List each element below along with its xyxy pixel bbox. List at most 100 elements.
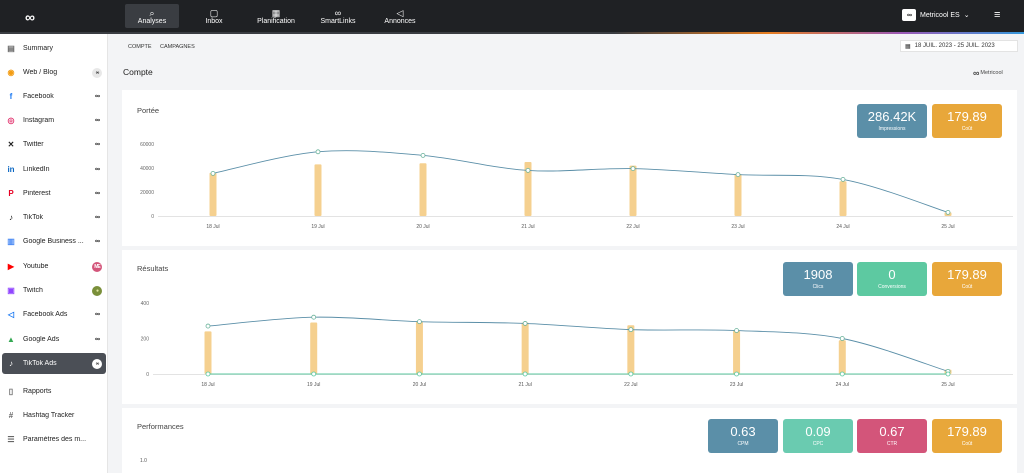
sidebar-item-param-tres-des-m[interactable]: ☰ Paramètres des m... [2, 429, 106, 450]
sidebar-item-pinterest[interactable]: P Pinterest ∞ [2, 183, 106, 204]
account-avatar-icon: ∞ [95, 311, 100, 318]
sidebar-item-tiktok-ads[interactable]: ♪ TikTok Ads ∞ [2, 353, 106, 374]
sidebar-item-label: Web / Blog [23, 69, 58, 76]
x-tick-label: 18 Jul [201, 382, 214, 388]
sidebar-item-summary[interactable]: ▤ Summary [2, 38, 106, 59]
y-tick-label: 20000 [140, 190, 154, 196]
x-tick-label: 23 Jul [731, 224, 744, 230]
nav-smartlinks[interactable]: ∞ SmartLinks [311, 4, 365, 28]
x-tick-label: 25 Jul [941, 224, 954, 230]
sidebar-icon: ◎ [7, 116, 15, 125]
sidebar-item-label: Summary [23, 45, 53, 52]
sidebar-item-twitter[interactable]: ✕ Twitter ∞ [2, 134, 106, 155]
date-range-text: 18 JUIL. 2023 - 25 JUIL. 2023 [914, 43, 995, 49]
sidebar-item-label: Facebook Ads [23, 311, 68, 318]
sidebar-item-google-ads[interactable]: ▲ Google Ads ∞ [2, 329, 106, 350]
sidebar-item-tiktok[interactable]: ♪ TikTok ∞ [2, 207, 106, 228]
sidebar-icon: P [8, 189, 14, 198]
series-line [212, 150, 949, 213]
kpi-label: CPC [812, 441, 824, 447]
account-avatar-icon: ∞ [95, 93, 100, 100]
top-bar: ∞ ⌕ Analyses ▢ Inbox ▦ Planification ∞ S… [0, 0, 1024, 32]
data-point [205, 371, 211, 377]
sidebar-item-label: Twitch [23, 287, 43, 294]
sidebar-item-facebook[interactable]: f Facebook ∞ [2, 86, 106, 107]
date-range-picker[interactable]: ▦ 18 JUIL. 2023 - 25 JUIL. 2023 [900, 40, 1018, 52]
chart-bar [629, 165, 637, 216]
chart-bar [209, 172, 217, 216]
y-tick-label: 40000 [140, 166, 154, 172]
data-point [628, 327, 634, 333]
sidebar-item-facebook-ads[interactable]: ◁ Facebook Ads ∞ [2, 304, 106, 325]
kpi-label: Coût [961, 441, 973, 447]
chart-bar [839, 181, 847, 216]
sidebar-icon: # [8, 411, 14, 420]
sidebar-item-youtube[interactable]: ▶ Youtube ME [2, 256, 106, 277]
x-tick-label: 25 Jul [941, 382, 954, 388]
hamburger-menu-icon[interactable]: ≡ [994, 9, 1000, 21]
results-chart: 0 200 400 18 Jul 19 Jul 20 Jul 21 Jul 22 Jul 23 … [141, 301, 1013, 388]
sidebar-item-rapports[interactable]: ▯ Rapports [2, 381, 106, 402]
x-tick-label: 23 Jul [730, 382, 743, 388]
nav-label: Planification [257, 17, 295, 25]
tab-campagnes[interactable]: CAMPAGNES [160, 44, 195, 50]
data-point [840, 177, 846, 182]
account-avatar-icon: ∞ [95, 336, 100, 343]
nav-planification[interactable]: ▦ Planification [249, 4, 303, 28]
calendar-icon: ▦ [905, 43, 911, 50]
metricool-logo[interactable]: ∞ [25, 9, 35, 25]
series-line [207, 316, 949, 372]
sidebar-item-web-blog[interactable]: ◉ Web / Blog ∞ [2, 62, 106, 83]
data-point [522, 371, 528, 377]
sidebar-item-instagram[interactable]: ◎ Instagram ∞ [2, 110, 106, 131]
panel-portee: Portée 286.42K Impressions 179.89 Coût 0… [122, 90, 1017, 246]
account-name: Metricool ES [920, 11, 960, 19]
sidebar-item-label: Youtube [23, 263, 49, 270]
nav-inbox[interactable]: ▢ Inbox [187, 4, 241, 28]
sidebar-item-label: Pinterest [23, 190, 51, 197]
data-point [210, 171, 216, 176]
sidebar-item-hashtag-tracker[interactable]: # Hashtag Tracker [2, 405, 106, 426]
data-point [205, 323, 211, 329]
nav-label: SmartLinks [320, 17, 356, 25]
data-point [735, 172, 741, 177]
link-icon: ∞ [334, 7, 342, 18]
sidebar-item-label: Google Ads [23, 336, 60, 343]
page-title: Compte [123, 67, 153, 77]
account-avatar-icon: ∞ [95, 214, 100, 221]
kpi-label: CPM [737, 441, 749, 447]
tab-compte[interactable]: COMPTE [128, 44, 152, 50]
calendar-icon: ▦ [271, 7, 281, 18]
metricool-icon: ∞ [973, 68, 980, 78]
sidebar-item-linkedin[interactable]: in LinkedIn ∞ [2, 159, 106, 180]
chart-bar [415, 321, 423, 374]
chart-bar [419, 163, 427, 216]
sidebar-icon: ♪ [9, 213, 13, 222]
nav-annonces[interactable]: ◁ Annonces [373, 4, 427, 28]
sidebar-item-twitch[interactable]: ▣ Twitch ● [2, 280, 106, 301]
sidebar-icon: ▯ [8, 387, 14, 396]
kpi-label: CTR [886, 441, 898, 447]
data-point [945, 371, 951, 377]
sidebar-item-label: LinkedIn [23, 166, 50, 173]
chart-bar [521, 322, 529, 374]
sidebar-icon: ▲ [7, 335, 15, 344]
data-point [311, 314, 317, 320]
data-point [630, 166, 636, 171]
sidebar: ▤ Summary ◉ Web / Blog ∞ f Facebook ∞ ◎ Instagram… [0, 34, 108, 473]
y-tick-label: 0 [146, 372, 149, 378]
sidebar-item-google-business[interactable]: ▥ Google Business ... ∞ [2, 231, 106, 252]
kpi-cpc: 0.09 CPC [783, 419, 853, 453]
sidebar-item-label: Instagram [23, 117, 55, 124]
chart-bar [734, 174, 742, 216]
account-avatar-icon: ∞ [95, 166, 100, 173]
x-tick-label: 22 Jul [626, 224, 639, 230]
data-point [525, 168, 531, 173]
nav-analyses[interactable]: ⌕ Analyses [125, 4, 179, 28]
brand-label: Metricool [980, 70, 1003, 76]
data-point [417, 371, 422, 377]
kpi-value: 0.67 [879, 424, 905, 439]
data-point [839, 371, 845, 377]
account-selector[interactable]: ∞ Metricool ES ⌄ [902, 9, 970, 21]
sidebar-icon: ▤ [7, 44, 15, 53]
